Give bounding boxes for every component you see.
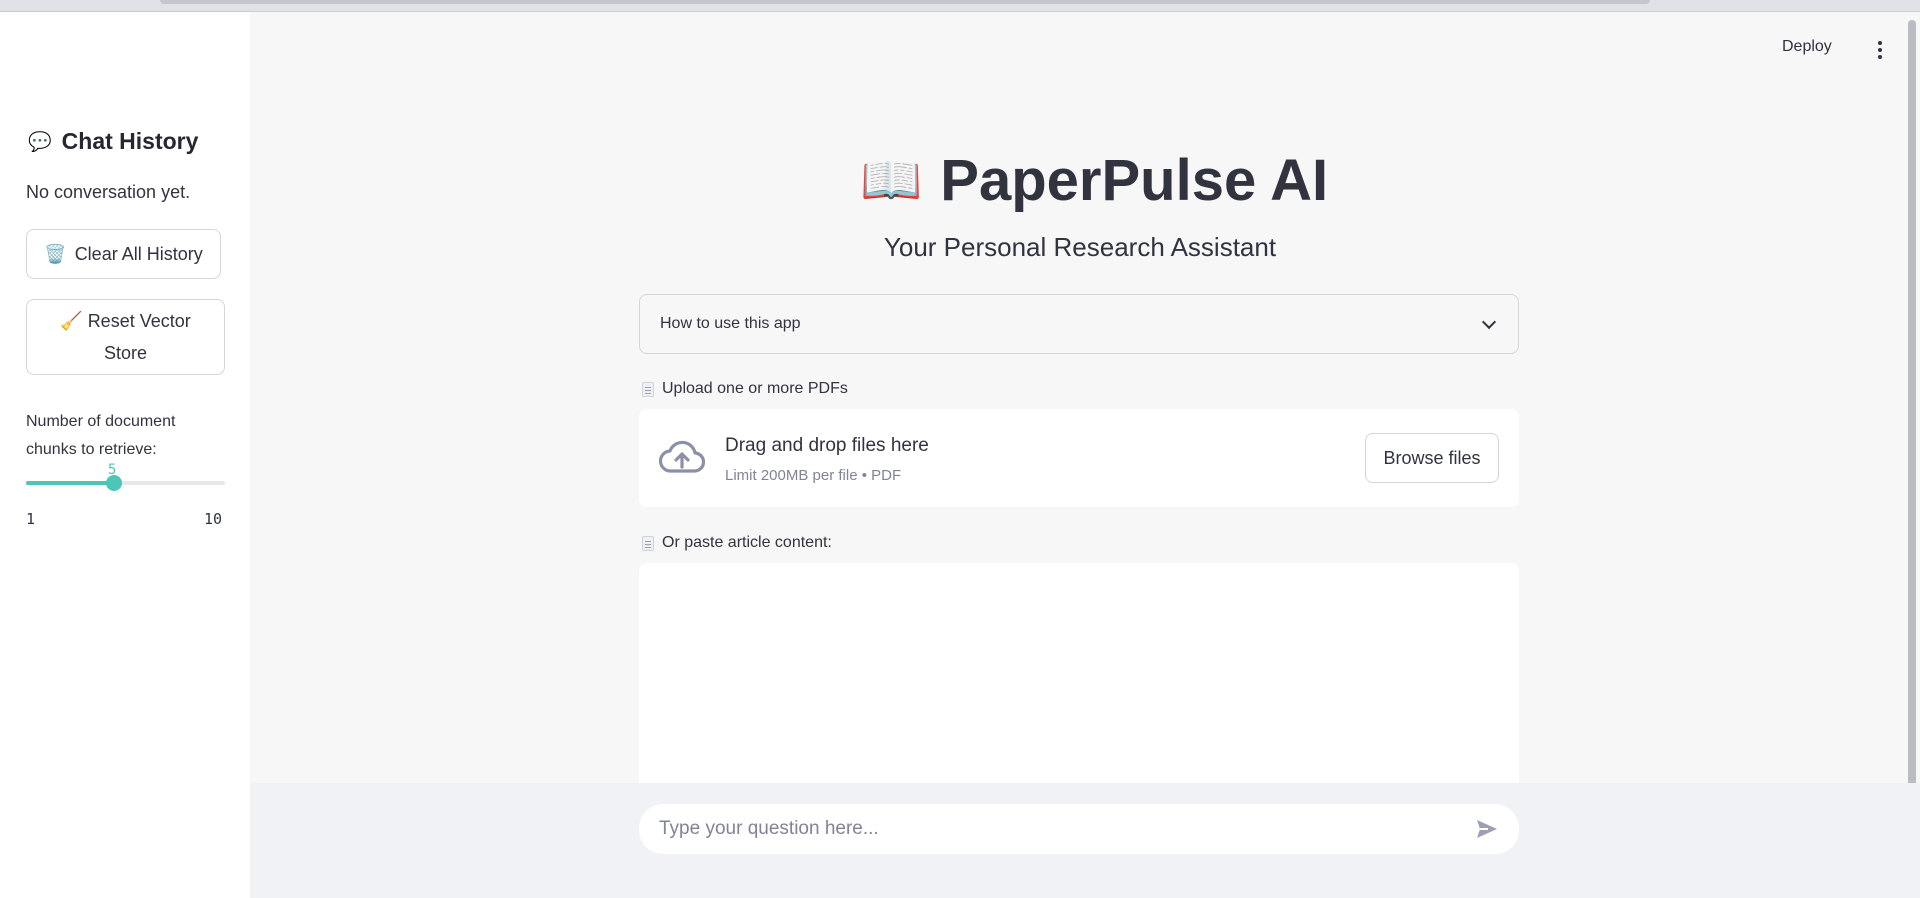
cloud-upload-icon	[659, 440, 705, 473]
how-to-use-expander[interactable]: How to use this app	[639, 294, 1519, 354]
article-content-textarea[interactable]	[639, 563, 1519, 783]
slider-max-label: 10	[204, 510, 223, 528]
kebab-menu-icon[interactable]	[1870, 38, 1890, 62]
dropzone-instruction: Drag and drop files here	[725, 435, 929, 456]
browse-files-button[interactable]: Browse files	[1365, 433, 1499, 483]
browser-chrome	[0, 0, 1920, 12]
clear-history-label: Clear All History	[74, 243, 203, 264]
chunks-slider[interactable]	[26, 475, 225, 491]
wastebasket-icon: 🗑️	[44, 243, 67, 264]
deploy-button[interactable]: Deploy	[1782, 38, 1832, 56]
document-icon	[642, 381, 654, 397]
sidebar-title-text: Chat History	[61, 128, 199, 154]
open-book-icon: 📖	[860, 151, 923, 208]
slider-thumb[interactable]	[106, 475, 123, 491]
send-icon[interactable]	[1475, 818, 1499, 840]
page-subtitle: Your Personal Research Assistant	[883, 232, 1277, 262]
file-dropzone[interactable]: Drag and drop files here Limit 200MB per…	[639, 409, 1519, 507]
slider-fill	[26, 481, 115, 485]
chat-input-placeholder: Type your question here...	[659, 818, 879, 839]
slider-min-label: 1	[26, 510, 36, 528]
empty-history-message: No conversation yet.	[26, 182, 191, 202]
slider-label: Number of document chunks to retrieve:	[26, 413, 176, 458]
upload-label: Upload one or more PDFs	[642, 380, 848, 398]
sidebar: 💬 Chat History No conversation yet. 🗑️ C…	[0, 12, 250, 898]
clear-history-button[interactable]: 🗑️ Clear All History	[26, 229, 221, 279]
page-title: 📖 PaperPulse AI	[860, 145, 1328, 215]
dropzone-limit: Limit 200MB per file • PDF	[725, 467, 902, 484]
reset-vector-store-text: 🧹 Reset Vector Store	[39, 305, 212, 369]
address-bar[interactable]	[160, 0, 1650, 4]
scrollbar[interactable]	[1908, 20, 1916, 792]
paste-label: Or paste article content:	[642, 534, 832, 552]
broom-icon: 🧹	[60, 311, 83, 331]
upload-label-text: Upload one or more PDFs	[662, 380, 848, 397]
sidebar-title: 💬 Chat History	[28, 128, 198, 155]
speech-bubble-icon: 💬	[28, 131, 52, 153]
chat-input[interactable]: Type your question here...	[639, 804, 1519, 854]
expander-label: How to use this app	[660, 315, 801, 332]
paste-label-text: Or paste article content:	[662, 534, 832, 551]
chevron-down-icon	[1481, 314, 1497, 329]
reset-vector-store-button[interactable]: 🧹 Reset Vector Store	[26, 299, 225, 375]
document-icon	[642, 535, 654, 551]
page-title-text: PaperPulse AI	[940, 147, 1329, 213]
reset-vector-store-label: Reset Vector Store	[87, 311, 191, 363]
